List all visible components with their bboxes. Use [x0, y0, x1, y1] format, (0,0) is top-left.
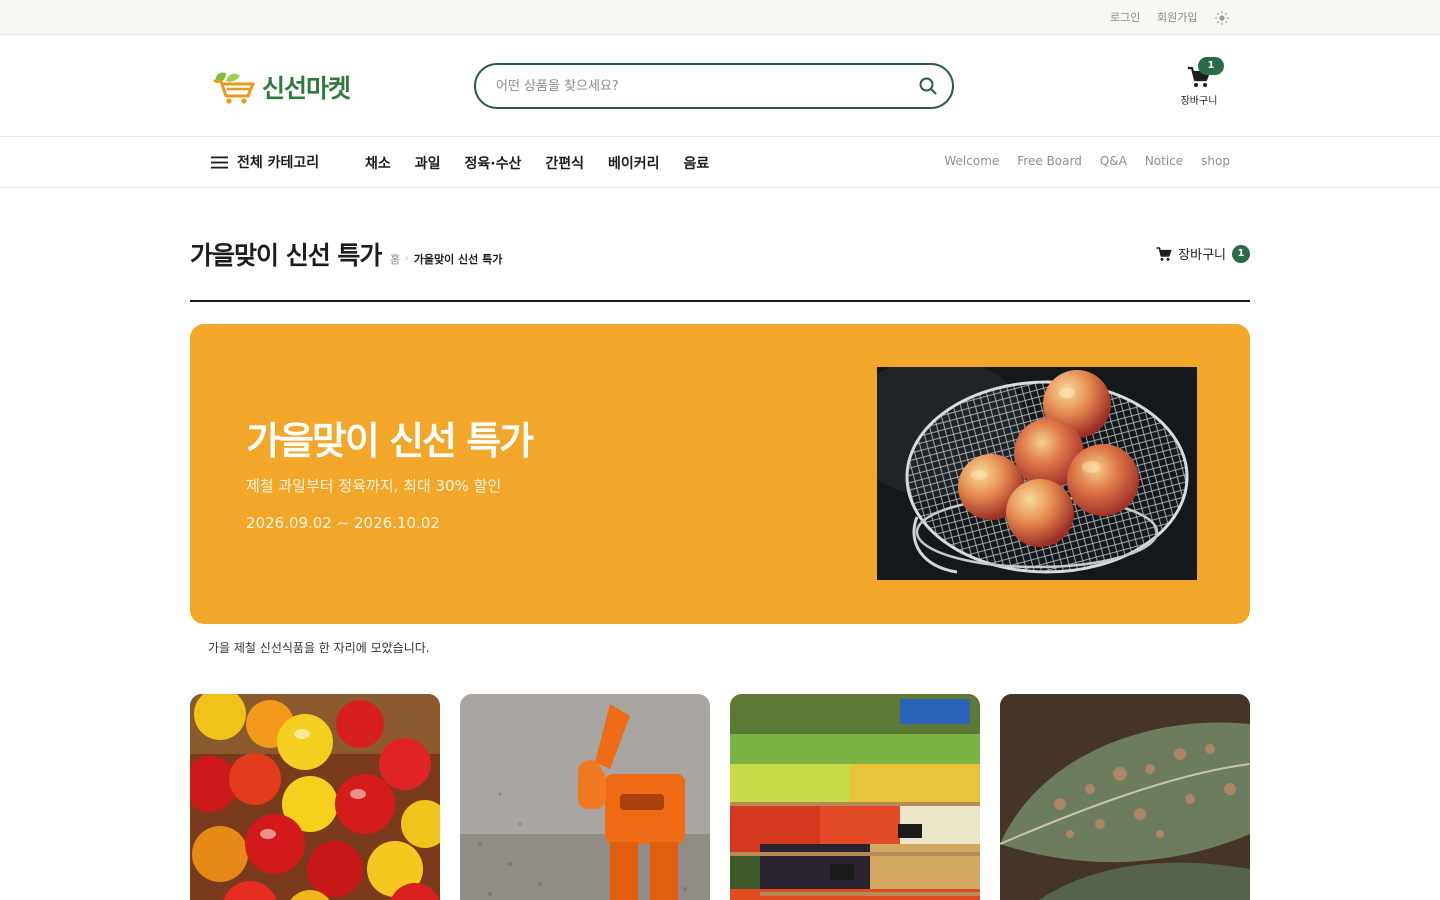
- search-input[interactable]: [496, 75, 916, 97]
- breadcrumb-current: 가을맞이 신선 특가: [413, 253, 503, 266]
- board-link-notice[interactable]: Notice: [1145, 154, 1183, 168]
- page-cart-link[interactable]: 장바구니 1: [1156, 244, 1250, 263]
- page-header: 가을맞이 신선 특가 홈 › 가을맞이 신선 특가 장바구니 1: [190, 236, 1250, 302]
- hamburger-menu-icon: [211, 156, 228, 168]
- all-categories-label: 전체 카테고리: [237, 155, 320, 171]
- search-icon[interactable]: [918, 76, 938, 96]
- nav-item-vegetables[interactable]: 채소: [365, 153, 391, 173]
- chevron-right-icon: ›: [405, 254, 409, 264]
- banner-description: 가을 제철 신선식품을 한 자리에 모았습니다.: [208, 641, 430, 655]
- utility-bar: 로그인 회원가입: [0, 0, 1440, 35]
- banner-date-range: 2026.09.02 ~ 2026.10.02: [246, 514, 440, 532]
- board-link-free-board[interactable]: Free Board: [1017, 154, 1082, 168]
- nav-item-convenience-food[interactable]: 간편식: [545, 153, 584, 173]
- sun-icon[interactable]: [1214, 10, 1230, 26]
- product-tile-orange-toy[interactable]: [460, 694, 710, 900]
- logo-wordmark: 신선마켓: [262, 74, 351, 103]
- board-links: Welcome Free Board Q&A Notice shop: [926, 154, 1230, 168]
- cart-label: 장바구니: [1180, 96, 1218, 107]
- breadcrumb: 홈 › 가을맞이 신선 특가: [390, 251, 502, 267]
- banner-subtitle: 제철 과일부터 정육까지, 최대 30% 할인: [246, 477, 502, 495]
- header-cart-button[interactable]: 1 장바구니: [1178, 57, 1226, 109]
- cart-icon: [1156, 246, 1172, 261]
- all-categories-button[interactable]: 전체 카테고리: [211, 152, 319, 172]
- page-title: 가을맞이 신선 특가: [190, 241, 382, 270]
- board-link-welcome[interactable]: Welcome: [944, 154, 999, 168]
- cart-link-label: 장바구니: [1178, 248, 1226, 263]
- banner-title: 가을맞이 신선 특가: [246, 419, 534, 463]
- board-link-qna[interactable]: Q&A: [1100, 154, 1127, 168]
- category-menu: 채소 과일 정육·수산 간편식 베이커리 음료: [365, 153, 733, 173]
- signup-link[interactable]: 회원가입: [1157, 9, 1197, 25]
- site-header: 신선마켓 1 장바구니: [0, 35, 1440, 137]
- nav-item-fruit[interactable]: 과일: [415, 153, 441, 173]
- nav-item-drinks[interactable]: 음료: [684, 153, 710, 173]
- nav-item-meat-seafood[interactable]: 정육·수산: [465, 153, 522, 173]
- login-link[interactable]: 로그인: [1110, 9, 1140, 25]
- banner-apples-photo: [877, 367, 1197, 580]
- orange-toy-photo: [460, 694, 710, 900]
- search-bar: [474, 63, 954, 109]
- market-stall-photo: [730, 694, 980, 900]
- cart-link-count-badge: 1: [1232, 244, 1250, 263]
- product-tile-tomatoes[interactable]: [190, 694, 440, 900]
- product-tile-leaf[interactable]: [1000, 694, 1250, 900]
- board-link-shop[interactable]: shop: [1201, 154, 1230, 168]
- nav-item-bakery[interactable]: 베이커리: [608, 153, 660, 173]
- cart-count-badge: 1: [1198, 57, 1224, 75]
- site-logo[interactable]: 신선마켓: [212, 67, 362, 105]
- tomatoes-photo: [190, 694, 440, 900]
- leaf-photo: [1000, 694, 1250, 900]
- product-tile-market-stall[interactable]: [730, 694, 980, 900]
- promo-banner: 가을맞이 신선 특가 제철 과일부터 정육까지, 최대 30% 할인 2026.…: [190, 324, 1250, 624]
- cart-leaf-logo-icon: [213, 72, 255, 104]
- main-nav: 전체 카테고리 채소 과일 정육·수산 간편식 베이커리 음료 Welcome …: [0, 137, 1440, 188]
- breadcrumb-home-link[interactable]: 홈: [390, 251, 400, 267]
